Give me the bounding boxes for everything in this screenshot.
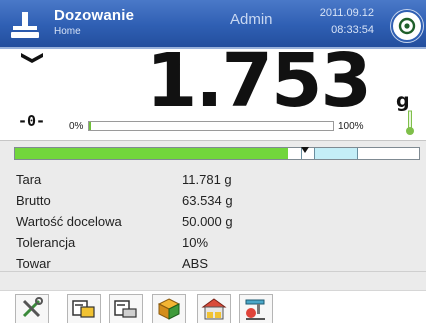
date-label: 2011.09.12 (319, 7, 374, 19)
info-row-tare[interactable]: Tara 11.781 g (0, 169, 426, 190)
tare-icon (72, 300, 95, 318)
info-value: 10% (182, 235, 209, 250)
load-bar (88, 121, 334, 131)
info-value: 50.000 g (182, 214, 233, 229)
breadcrumb: Home (54, 26, 81, 37)
product-box-icon (157, 298, 181, 320)
weight-value: 1.753 (145, 38, 372, 124)
scale-logo-icon[interactable] (10, 11, 42, 39)
info-row-tolerance[interactable]: Tolerancja 10% (0, 232, 426, 253)
power-button[interactable] (391, 10, 423, 42)
info-label: Brutto (16, 193, 51, 208)
load-bar-max-label: 100% (338, 121, 364, 132)
time-label: 08:33:54 (331, 24, 374, 36)
tare-button[interactable] (67, 294, 101, 323)
thermometer-icon (406, 110, 414, 135)
warehouse-icon (201, 298, 227, 320)
info-label: Tolerancja (16, 235, 76, 250)
info-label: Wartość docelowa (16, 214, 122, 229)
info-value: 11.781 g (182, 172, 232, 187)
user-name[interactable]: Admin (230, 11, 273, 28)
zero-indicator: -0- (18, 112, 46, 130)
settings-button[interactable] (15, 294, 49, 323)
target-marker (301, 147, 310, 153)
info-label: Towar (16, 256, 51, 271)
info-row-target[interactable]: Wartość docelowa 50.000 g (0, 211, 426, 232)
dosing-progress-fill (15, 148, 288, 159)
weight-unit[interactable]: g (396, 90, 410, 112)
info-panel: Tara 11.781 g Brutto 63.534 g Wartość do… (0, 140, 426, 290)
load-bar-min-label: 0% (69, 121, 84, 132)
info-row-gross[interactable]: Brutto 63.534 g (0, 190, 426, 211)
bottom-toolbar (0, 290, 426, 323)
product-button[interactable] (152, 294, 186, 323)
screen-title: Dozowanie (54, 7, 135, 24)
tools-icon (22, 297, 43, 318)
target-weight-button[interactable] (109, 294, 143, 323)
dosing-progress-bar (14, 147, 420, 160)
tolerance-window (314, 148, 358, 159)
warehouse-button[interactable] (197, 294, 231, 323)
dispenser-button[interactable] (239, 294, 273, 323)
power-icon (398, 17, 416, 35)
info-label: Tara (16, 172, 42, 187)
target-weight-icon (114, 300, 137, 318)
info-value: 63.534 g (182, 193, 233, 208)
load-bar-fill (89, 122, 92, 130)
stability-marker-icon (21, 53, 43, 63)
info-value: ABS (182, 256, 209, 271)
dispenser-icon (245, 299, 265, 320)
divider (0, 271, 426, 272)
